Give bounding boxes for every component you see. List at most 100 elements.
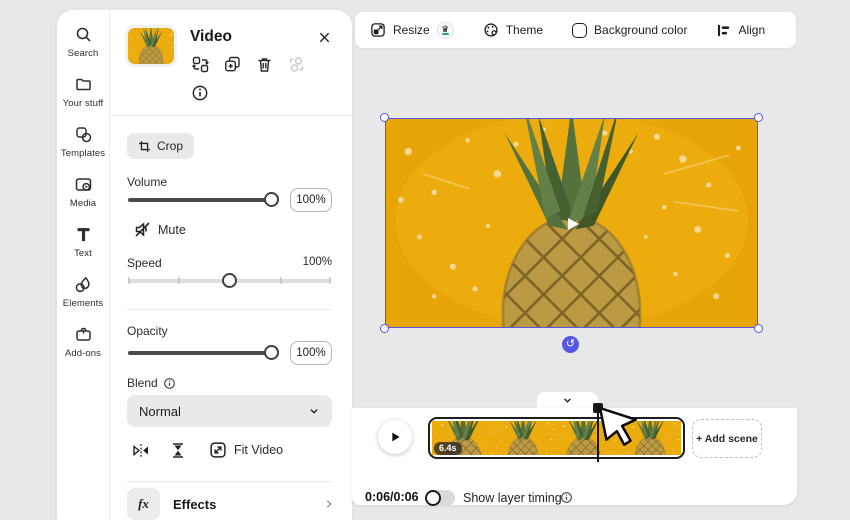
resize-label: Resize bbox=[393, 23, 430, 37]
resize-handle-top-right[interactable] bbox=[754, 113, 763, 122]
speed-label: Speed bbox=[127, 256, 162, 270]
blend-mode-select[interactable]: Normal bbox=[127, 395, 332, 427]
sidebar-item-search[interactable]: Search bbox=[57, 26, 110, 59]
fit-video-button[interactable]: Fit Video bbox=[209, 441, 283, 459]
hourglass-icon bbox=[173, 442, 183, 458]
premium-crown-badge: ♛ bbox=[436, 21, 454, 39]
fit-icon bbox=[210, 442, 226, 458]
document-toolbar: Resize ♛ Theme Background color Align bbox=[355, 12, 796, 48]
layer-info-button[interactable] bbox=[188, 81, 212, 105]
reorder-layers-button-disabled[interactable] bbox=[284, 52, 308, 76]
crop-button[interactable]: Crop bbox=[127, 133, 195, 159]
background-color-label: Background color bbox=[594, 23, 688, 37]
section-divider bbox=[127, 481, 332, 482]
toggle-knob bbox=[425, 490, 441, 506]
speed-slider[interactable] bbox=[128, 271, 333, 291]
sidebar-item-label: Elements bbox=[62, 298, 104, 309]
show-layer-timing-label: Show layer timing bbox=[463, 491, 562, 505]
sidebar-item-media[interactable]: Media bbox=[57, 176, 110, 209]
speed-slider-knob[interactable] bbox=[222, 273, 237, 288]
sidebar-item-elements[interactable]: Elements bbox=[57, 276, 110, 309]
info-icon bbox=[192, 85, 208, 101]
flip-horizontal-button[interactable] bbox=[130, 439, 152, 461]
duplicate-button[interactable] bbox=[220, 52, 244, 76]
volume-slider-knob[interactable] bbox=[263, 192, 279, 207]
resize-handle-bottom-right[interactable] bbox=[754, 324, 763, 333]
close-icon bbox=[319, 32, 329, 42]
volume-slider[interactable] bbox=[128, 190, 280, 210]
search-icon bbox=[76, 27, 91, 42]
blend-label: Blend bbox=[127, 376, 158, 390]
playhead-line[interactable] bbox=[597, 407, 599, 462]
nav-rail: Search Your stuff Templates Media Text E… bbox=[57, 10, 110, 520]
align-icon bbox=[718, 24, 730, 36]
fx-icon: fx bbox=[127, 488, 160, 520]
app-window: Search Your stuff Templates Media Text E… bbox=[0, 0, 850, 520]
timeline-play-button[interactable] bbox=[378, 420, 412, 454]
background-color-swatch bbox=[572, 22, 588, 38]
video-inspector-panel: Video Crop Volume 100% Mute Speed 100% O… bbox=[110, 10, 352, 520]
clip-duration-badge: 6.4s bbox=[434, 442, 462, 455]
effects-label: Effects bbox=[173, 496, 217, 512]
timeline-collapse-tab[interactable] bbox=[537, 392, 598, 408]
timer-duration-button[interactable] bbox=[167, 439, 189, 461]
selected-clip-thumbnail bbox=[125, 25, 177, 67]
align-label: Align bbox=[738, 23, 766, 37]
templates-icon bbox=[75, 127, 91, 143]
close-panel-button[interactable] bbox=[313, 26, 335, 48]
resize-handle-top-left[interactable] bbox=[380, 113, 389, 122]
align-button[interactable]: Align bbox=[716, 23, 765, 38]
timeline-clip[interactable] bbox=[428, 417, 685, 459]
sidebar-item-label: Text bbox=[74, 248, 92, 259]
background-color-button[interactable]: Background color bbox=[572, 22, 688, 38]
fit-video-label: Fit Video bbox=[234, 443, 284, 457]
crop-icon bbox=[139, 140, 150, 152]
opacity-slider-knob[interactable] bbox=[263, 345, 279, 360]
add-scene-button[interactable]: + Add scene bbox=[692, 419, 762, 458]
video-play-overlay-icon[interactable] bbox=[563, 215, 581, 233]
sidebar-item-text[interactable]: Text bbox=[57, 226, 110, 259]
opacity-label: Opacity bbox=[127, 324, 168, 338]
sidebar-item-your-stuff[interactable]: Your stuff bbox=[57, 76, 110, 109]
delete-button[interactable] bbox=[252, 52, 276, 76]
timeline-panel: 6.4s + Add scene 0:06/0:06 Show layer ti… bbox=[352, 408, 797, 506]
resize-handle-bottom-left[interactable] bbox=[380, 324, 389, 333]
resize-button[interactable]: Resize ♛ bbox=[370, 21, 454, 39]
add-ons-icon bbox=[75, 327, 91, 341]
show-layer-timing-toggle[interactable] bbox=[425, 490, 455, 506]
mute-label: Mute bbox=[158, 222, 186, 237]
info-icon[interactable] bbox=[163, 377, 176, 390]
clip-frame-thumbnail bbox=[557, 421, 619, 455]
rotate-handle[interactable]: ↺ bbox=[562, 336, 579, 353]
media-icon bbox=[75, 178, 91, 191]
trash-icon bbox=[258, 57, 270, 72]
sidebar-item-templates[interactable]: Templates bbox=[57, 126, 110, 159]
theme-button[interactable]: Theme bbox=[483, 22, 543, 38]
resize-icon bbox=[371, 23, 385, 37]
opacity-value-field[interactable]: 100% bbox=[290, 341, 332, 365]
clip-frame-thumbnail bbox=[619, 421, 681, 455]
opacity-slider[interactable] bbox=[128, 343, 280, 363]
chevron-right-icon bbox=[326, 500, 332, 508]
blend-label-row: Blend bbox=[127, 376, 176, 390]
mute-button[interactable]: Mute bbox=[134, 221, 186, 238]
theme-palette-icon bbox=[484, 23, 498, 37]
theme-label: Theme bbox=[505, 23, 544, 37]
time-display: 0:06/0:06 bbox=[365, 490, 419, 504]
playhead-handle[interactable] bbox=[593, 403, 603, 413]
sidebar-item-label: Search bbox=[67, 48, 99, 59]
panel-title: Video bbox=[190, 28, 232, 45]
volume-label: Volume bbox=[127, 175, 168, 189]
layer-action-row bbox=[188, 52, 308, 76]
section-divider bbox=[127, 309, 332, 310]
sidebar-item-label: Media bbox=[69, 198, 97, 209]
elements-icon bbox=[75, 276, 90, 293]
sidebar-item-add-ons[interactable]: Add-ons bbox=[57, 326, 110, 359]
info-icon[interactable] bbox=[560, 491, 573, 504]
sidebar-item-label: Add-ons bbox=[64, 348, 102, 359]
crop-button-label: Crop bbox=[157, 139, 184, 153]
replace-media-button[interactable] bbox=[188, 52, 212, 76]
volume-value-field[interactable]: 100% bbox=[290, 188, 332, 212]
effects-section-toggle[interactable]: fx Effects bbox=[127, 488, 335, 520]
clip-frame-thumbnail bbox=[494, 421, 556, 455]
